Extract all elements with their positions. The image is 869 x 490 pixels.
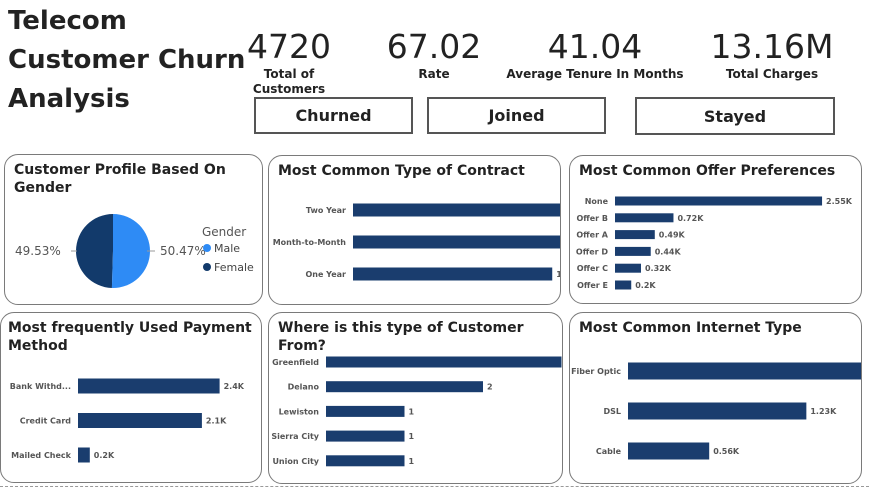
data-label: 0.72K — [677, 214, 704, 223]
category-label: Lewiston — [279, 407, 320, 416]
offer-bar-chart: None 2.55K Offer B 0.72K Offer A 0.49K Offer D… — [576, 196, 853, 290]
category-label: Greenfield — [272, 358, 319, 367]
pie-slice-male[interactable] — [111, 214, 150, 288]
data-label: 0.56K — [713, 447, 740, 456]
legend-swatch-male — [203, 244, 211, 252]
bar[interactable] — [615, 196, 823, 206]
bar[interactable] — [615, 246, 651, 256]
churned-button[interactable]: Churned — [254, 97, 413, 134]
bar[interactable] — [353, 267, 553, 281]
kpi-value: 4720 — [247, 27, 331, 66]
offer-card: Most Common Offer Preferences None 2.55K O… — [569, 155, 862, 304]
bar[interactable] — [353, 235, 561, 249]
category-label: Offer E — [577, 281, 608, 290]
pie-label-male: 50.47% — [160, 244, 206, 258]
bottom-divider — [0, 486, 869, 487]
internet-card: Most Common Internet Type Fiber Optic1.7… — [569, 312, 862, 484]
legend-label-male[interactable]: Male — [214, 242, 240, 255]
data-label: 1.23K — [810, 407, 837, 416]
data-label: 0.32K — [645, 264, 672, 273]
bar[interactable] — [326, 430, 405, 442]
data-label: 2.55K — [826, 197, 853, 206]
category-label: Credit Card — [20, 417, 72, 426]
bar[interactable] — [326, 381, 483, 393]
data-label: 1 — [409, 432, 415, 441]
bar[interactable] — [78, 378, 220, 394]
category-label: Offer C — [577, 264, 608, 273]
data-label: 0.49K — [659, 231, 686, 240]
contract-bar-chart: Two Year1.81KMonth-to-Month1.55KOne Year… — [273, 203, 561, 281]
bar[interactable] — [615, 263, 641, 273]
kpi-average-tenure: 41.04 Average Tenure In Months — [506, 30, 684, 82]
kpi-total-customers: 4720 Total of Customers — [226, 30, 352, 97]
data-label: 0.2K — [635, 281, 656, 290]
gender-pie-chart: 49.53% 50.47% Gender Male Female — [15, 214, 254, 288]
data-label: 2.1K — [206, 417, 227, 426]
bar[interactable] — [628, 402, 807, 420]
bar[interactable] — [353, 203, 561, 217]
dashboard-title: Telecom Customer Churn Analysis — [8, 6, 246, 114]
bar[interactable] — [628, 362, 862, 380]
category-label: Sierra City — [271, 432, 319, 441]
stayed-button[interactable]: Stayed — [635, 97, 835, 135]
data-label: 1 — [409, 457, 415, 466]
internet-bar-chart: Fiber Optic1.7KDSL1.23KCable0.56K — [571, 362, 862, 460]
kpi-value: 67.02 — [386, 27, 482, 66]
bar[interactable] — [326, 356, 562, 368]
legend-label-female[interactable]: Female — [214, 261, 254, 274]
kpi-total-charges: 13.16M Total Charges — [696, 30, 848, 82]
gender-card: Customer Profile Based On Gender 49.53% … — [4, 154, 263, 305]
payment-card: Most frequently Used Payment Method Bank… — [0, 312, 262, 483]
pie-label-female: 49.53% — [15, 244, 61, 258]
legend-swatch-female — [203, 263, 211, 271]
category-label: Offer A — [576, 231, 608, 240]
bar[interactable] — [326, 405, 405, 417]
bar[interactable] — [326, 455, 405, 467]
joined-button[interactable]: Joined — [427, 97, 606, 134]
kpi-label: Total Charges — [725, 67, 819, 81]
legend-title: Gender — [202, 225, 246, 239]
kpi-label: Rate — [418, 67, 450, 81]
pie-slice-female[interactable] — [75, 214, 113, 288]
category-label: Union City — [272, 457, 319, 466]
data-label: 0.44K — [655, 247, 682, 256]
city-card: Where is this type of Customer From? Gre… — [268, 312, 563, 484]
category-label: Cable — [596, 447, 622, 456]
payment-bar-chart: Bank Withd... 2.4K Credit Card 2.1K Mailed C… — [10, 378, 245, 463]
kpi-label: Total of Customers — [252, 67, 326, 96]
kpi-value: 13.16M — [710, 27, 834, 66]
category-label: None — [585, 197, 609, 206]
category-label: One Year — [305, 270, 346, 279]
data-label: 1 — [409, 407, 415, 416]
category-label: DSL — [604, 407, 622, 416]
category-label: Month-to-Month — [273, 238, 347, 247]
data-label: 1.36K — [556, 270, 561, 279]
category-label: Two Year — [306, 206, 346, 215]
city-bar-chart: Greenfield Delano 2 Lewiston 1 Sierra City 1 Un… — [271, 356, 562, 467]
bar[interactable] — [628, 442, 710, 460]
kpi-label: Average Tenure In Months — [506, 67, 684, 81]
data-label: 2 — [487, 383, 493, 392]
data-label: 2.4K — [224, 382, 245, 391]
bar[interactable] — [615, 213, 674, 223]
bar[interactable] — [615, 280, 632, 290]
bar[interactable] — [78, 413, 202, 428]
category-label: Mailed Check — [11, 451, 72, 460]
kpi-rate: 67.02 Rate — [372, 30, 496, 82]
bar[interactable] — [615, 230, 655, 240]
kpi-value: 41.04 — [547, 27, 643, 66]
category-label: Delano — [288, 383, 320, 392]
category-label: Offer B — [576, 214, 608, 223]
category-label: Offer D — [576, 247, 608, 256]
contract-card: Most Common Type of Contract Two Year1.8… — [268, 155, 561, 305]
bar[interactable] — [78, 447, 90, 463]
category-label: Fiber Optic — [571, 367, 621, 376]
data-label: 0.2K — [94, 451, 115, 460]
category-label: Bank Withd... — [10, 382, 71, 391]
